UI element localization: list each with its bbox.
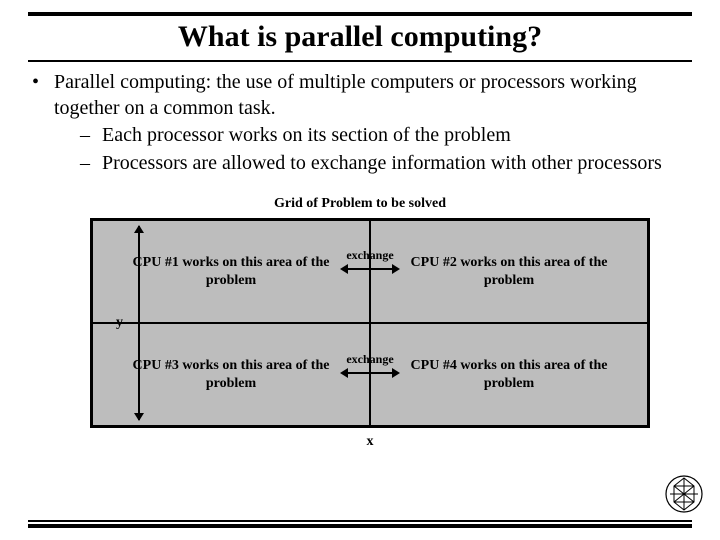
double-arrow-horizontal-icon [340, 264, 400, 274]
footer-rule [28, 520, 692, 526]
bullet-dot-icon: • [32, 70, 54, 121]
bullet-text: Processors are allowed to exchange infor… [102, 151, 692, 177]
bullet-dash-icon: – [80, 151, 102, 177]
bullet-dash-icon: – [80, 123, 102, 149]
logo-icon [664, 474, 704, 514]
grid-holder: y CPU #1 works on this area of the probl… [90, 218, 650, 450]
slide-title: What is parallel computing? [28, 20, 692, 54]
exchange-label: exchange [334, 352, 406, 367]
cpu2-label: CPU #2 works on this area of the problem [399, 254, 619, 289]
exchange-label: exchange [334, 248, 406, 263]
bullet-text: Parallel computing: the use of multiple … [54, 70, 692, 121]
cpu3-cell: CPU #3 works on this area of the problem [92, 323, 370, 426]
problem-grid: CPU #1 works on this area of the problem… [90, 218, 650, 428]
cpu3-label: CPU #3 works on this area of the problem [121, 357, 341, 392]
bullet-text: Each processor works on its section of t… [102, 123, 692, 149]
diagram: Grid of Problem to be solved y CPU #1 wo… [28, 196, 692, 490]
cpu4-label: CPU #4 works on this area of the problem [399, 357, 619, 392]
cpu2-cell: CPU #2 works on this area of the problem [370, 220, 648, 323]
exchange-bottom: exchange [334, 352, 406, 378]
cpu1-label: CPU #1 works on this area of the problem [121, 254, 341, 289]
double-arrow-horizontal-icon [340, 368, 400, 378]
bullet-level2: – Each processor works on its section of… [32, 123, 692, 149]
grid-caption: Grid of Problem to be solved [28, 196, 692, 212]
cpu1-cell: CPU #1 works on this area of the problem [92, 220, 370, 323]
cpu4-cell: CPU #4 works on this area of the problem [370, 323, 648, 426]
title-rule: What is parallel computing? [28, 12, 692, 62]
x-axis-label: x [90, 434, 650, 450]
bullet-level1: • Parallel computing: the use of multipl… [32, 70, 692, 121]
slide: What is parallel computing? • Parallel c… [0, 0, 720, 500]
bullet-list: • Parallel computing: the use of multipl… [28, 70, 692, 176]
bullet-level2: – Processors are allowed to exchange inf… [32, 151, 692, 177]
exchange-top: exchange [334, 248, 406, 274]
